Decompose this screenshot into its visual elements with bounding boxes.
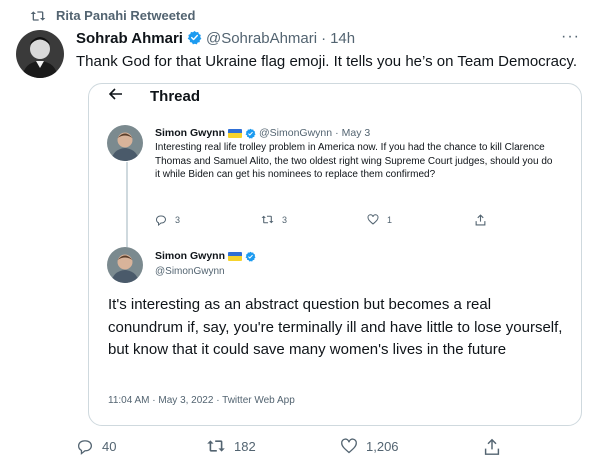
reply-icon[interactable] [76, 438, 94, 455]
quoted-author-handle: @SimonGwynn [259, 127, 333, 139]
thread-connector-line [126, 162, 128, 247]
tweet-actions: 40 182 1,206 [76, 438, 586, 458]
retweet-count: 182 [234, 438, 256, 454]
like-button[interactable]: 1,206 [340, 438, 399, 454]
quoted-retweet: 3 [261, 214, 287, 225]
verified-badge-icon [245, 251, 256, 262]
author-avatar[interactable] [16, 30, 64, 78]
header-separator: · [321, 30, 327, 47]
retweet-icon[interactable] [206, 438, 226, 454]
quoted-author-name-second: Simon Gwynn [155, 250, 256, 262]
quoted-date: May 3 [341, 127, 371, 139]
author-handle[interactable]: @SohrabAhmari [206, 30, 317, 47]
quoted-retweet-count: 3 [282, 214, 288, 225]
quoted-author-name: Simon Gwynn [155, 127, 226, 139]
thread-title: Thread [150, 88, 201, 105]
quoted-reply-count: 3 [175, 215, 181, 225]
quoted-avatar-second [107, 247, 143, 283]
quoted-like: 1 [367, 214, 392, 225]
retweet-indicator: Rita Panahi Retweeted [30, 8, 195, 23]
share-button[interactable] [484, 438, 500, 456]
quoted-main-text: It's interesting as an abstract question… [108, 296, 563, 358]
retweet-button[interactable]: 182 [206, 438, 256, 454]
reply-count: 40 [102, 439, 117, 454]
ukraine-flag-icon [228, 251, 243, 261]
ukraine-flag-icon [228, 128, 243, 138]
reply-button[interactable]: 40 [76, 438, 116, 455]
quoted-author-name-text: Simon Gwynn [155, 250, 226, 262]
heart-icon[interactable] [340, 438, 358, 454]
tweet-time[interactable]: 14h [330, 30, 355, 47]
quoted-timestamp: 11:04 AM · May 3, 2022 · Twitter Web App [108, 395, 295, 406]
author-name[interactable]: Sohrab Ahmari [76, 30, 183, 47]
quoted-reply: 3 [155, 214, 180, 226]
more-options-icon[interactable]: ··· [561, 28, 580, 46]
quoted-tweet-text: Interesting real life trolley problem in… [155, 142, 553, 181]
quoted-author-handle-second: @SimonGwynn [155, 266, 225, 277]
like-count: 1,206 [366, 438, 399, 454]
thread-header: Thread [89, 84, 581, 108]
quoted-avatar [107, 125, 143, 161]
reply-icon [155, 214, 167, 226]
share-icon[interactable] [484, 438, 500, 456]
share-icon [475, 214, 486, 226]
quoted-like-count: 1 [387, 214, 393, 225]
quoted-tweet-header: Simon Gwynn @SimonGwynn · May 3 [155, 127, 370, 139]
quoted-share [475, 214, 486, 226]
back-arrow-icon [109, 88, 123, 100]
verified-badge-icon [187, 30, 202, 47]
quoted-image[interactable]: Thread Simon Gwynn @SimonGwynn · May 3 I… [88, 83, 582, 426]
retweet-label[interactable]: Rita Panahi Retweeted [56, 8, 195, 23]
retweet-icon [261, 214, 274, 225]
retweet-icon [30, 9, 46, 23]
quoted-separator: · [335, 127, 339, 139]
verified-badge-icon [245, 128, 256, 139]
tweet-text: Thank God for that Ukraine flag emoji. I… [76, 53, 578, 70]
tweet-header: Sohrab Ahmari @SohrabAhmari · 14h [76, 30, 355, 47]
heart-icon [367, 214, 379, 225]
